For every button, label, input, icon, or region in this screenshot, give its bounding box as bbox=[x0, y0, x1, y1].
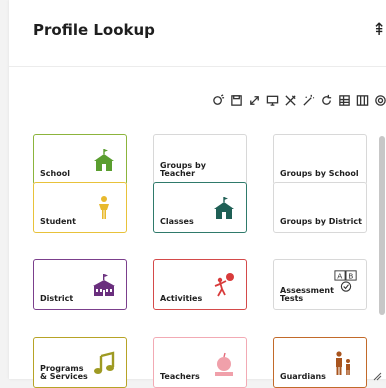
panel-header: Profile Lookup ⇞ bbox=[9, 0, 386, 67]
district-building-icon bbox=[92, 272, 116, 298]
magic-wand-icon[interactable] bbox=[301, 93, 315, 107]
resize-grip-icon[interactable] bbox=[372, 366, 382, 381]
vertical-scrollbar[interactable] bbox=[379, 136, 385, 315]
tile-label-activities: Activities bbox=[160, 293, 203, 303]
tile-label-student: Student bbox=[40, 216, 76, 226]
teacher-apple-icon bbox=[212, 350, 236, 376]
music-note-icon bbox=[92, 350, 116, 376]
tile-activities[interactable]: Activities bbox=[153, 259, 247, 310]
tile-student[interactable]: Student bbox=[33, 182, 127, 233]
tile-groups-by-district[interactable]: Groups by District bbox=[273, 182, 367, 233]
tile-label-district: District bbox=[40, 293, 74, 303]
svg-text:A: A bbox=[337, 272, 342, 281]
tile-label-groups-by-school: Groups by School bbox=[280, 168, 359, 178]
tile-school[interactable]: School bbox=[33, 134, 127, 185]
page-title: Profile Lookup bbox=[33, 21, 155, 39]
activities-ball-icon bbox=[212, 272, 236, 298]
tile-district[interactable]: District bbox=[33, 259, 127, 310]
tile-label-programs-services: Programs & Services bbox=[40, 364, 88, 381]
wand-refresh-icon[interactable] bbox=[211, 93, 225, 107]
expand-icon[interactable] bbox=[247, 93, 261, 107]
tile-guardians[interactable]: Guardians bbox=[273, 337, 367, 388]
columns-icon[interactable] bbox=[355, 93, 369, 107]
gear-icon[interactable] bbox=[373, 93, 386, 107]
tile-label-groups-by-teacher: Groups by Teacher bbox=[160, 161, 206, 178]
tools-icon[interactable] bbox=[283, 93, 297, 107]
student-icon bbox=[92, 195, 116, 221]
tile-groups-by-school[interactable]: Groups by School bbox=[273, 134, 367, 185]
guardian-family-icon bbox=[332, 350, 356, 376]
refresh-icon[interactable] bbox=[319, 93, 333, 107]
tile-classes[interactable]: Classes bbox=[153, 182, 247, 233]
tile-label-assessment-tests: Assessment Tests bbox=[280, 286, 334, 303]
save-icon[interactable] bbox=[229, 93, 243, 107]
tile-teachers[interactable]: Teachers bbox=[153, 337, 247, 388]
monitor-icon[interactable] bbox=[265, 93, 279, 107]
table-icon[interactable] bbox=[337, 93, 351, 107]
header-action-icon[interactable]: ⇞ bbox=[372, 19, 384, 41]
tile-label-classes: Classes bbox=[160, 216, 194, 226]
assessment-ab-icon: A B bbox=[334, 268, 360, 294]
profile-lookup-panel: Profile Lookup ⇞ School Groups by Teache… bbox=[9, 0, 386, 388]
tile-programs-services[interactable]: Programs & Services bbox=[33, 337, 127, 388]
toolbar bbox=[211, 92, 386, 108]
school-house-icon bbox=[92, 147, 116, 173]
svg-text:B: B bbox=[348, 272, 353, 281]
tile-label-groups-by-district: Groups by District bbox=[280, 216, 362, 226]
tile-label-school: School bbox=[40, 168, 70, 178]
tile-groups-by-teacher[interactable]: Groups by Teacher bbox=[153, 134, 247, 185]
tile-assessment-tests[interactable]: Assessment Tests A B bbox=[273, 259, 367, 310]
classroom-icon bbox=[212, 195, 236, 221]
